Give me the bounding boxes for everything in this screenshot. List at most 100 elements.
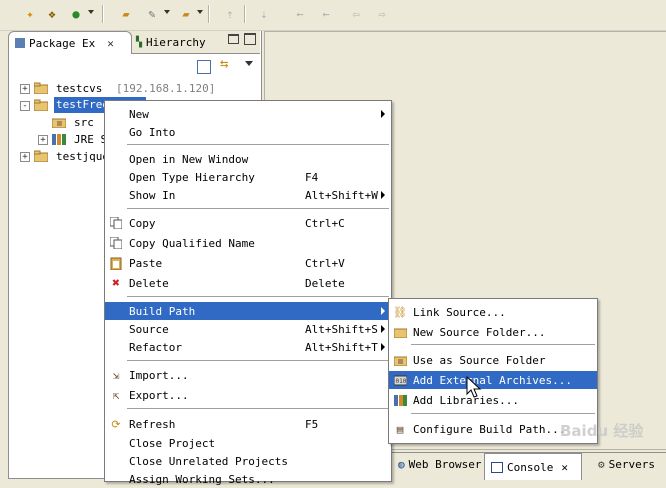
project-folder-icon [33,82,49,95]
refresh-icon: ⟳ [111,417,121,431]
import-icon: ⇲ [112,368,120,382]
console-icon [491,461,503,473]
expand-icon[interactable]: + [38,135,48,145]
package-icon [15,38,25,48]
back-icon: ← [296,7,304,21]
source-folder-icon [51,116,67,129]
collapse-all-icon[interactable] [197,60,211,74]
tab-console[interactable]: Console ✕ [484,453,582,480]
tree-item-label: src [74,116,94,129]
copy-icon [109,216,123,230]
submenu-arrow-icon [381,110,385,118]
menu-item-label: Refactor [129,340,182,354]
expand-icon[interactable]: + [20,84,30,94]
menu-item-add-libraries[interactable]: Add Libraries... [389,391,597,409]
open-project-icon[interactable]: ▰ [178,6,194,22]
menu-item-new[interactable]: New [105,105,391,123]
tree-item-label: testcvs [56,82,103,95]
menu-item-add-external-archives[interactable]: 010 Add External Archives... [389,371,597,389]
tab-label: Web Browser [408,458,482,471]
project-folder-icon [33,99,49,112]
menu-item-label: Refresh [129,417,176,431]
toolbar-separator [208,5,210,23]
menu-item-link-source[interactable]: ⛓ Link Source... [389,303,597,321]
tab-servers[interactable]: ⚙ Servers [598,458,655,471]
tab-label: Hierarchy [146,35,206,49]
toolbar-separator [244,5,246,23]
menu-item-refresh[interactable]: ⟳ Refresh F5 [105,415,391,433]
minimize-icon[interactable] [228,34,239,44]
menu-item-label: Add External Archives... [413,373,572,387]
link-with-editor-icon[interactable]: ⇆ [220,56,228,72]
view-toolbar: ⇆ [9,54,259,78]
back-history-icon: ⇦ [352,7,360,21]
menu-item-build-path[interactable]: Build Path [105,302,391,320]
tab-label: Package Ex [29,36,96,50]
open-project-dropdown-icon[interactable] [197,10,203,14]
maximize-icon[interactable] [244,33,256,45]
menu-item-refactor[interactable]: Refactor Alt+Shift+T [105,338,391,356]
run-dropdown-icon[interactable] [88,10,94,14]
menu-item-label: Link Source... [413,305,506,319]
menu-item-paste[interactable]: Paste Ctrl+V [105,254,391,272]
menu-item-source[interactable]: Source Alt+Shift+S [105,320,391,338]
tab-package-explorer[interactable]: Package Ex ✕ [8,31,132,54]
disabled-nav-icon-2: ⇣ [260,7,268,21]
menu-separator [127,296,389,297]
menu-separator [127,144,389,145]
tree-item-decoration: [192.168.1.120] [116,82,216,95]
toolbar-separator [102,5,104,23]
servers-icon: ⚙ [598,458,605,471]
svg-text:010: 010 [395,378,406,385]
new-wizard-icon[interactable]: ✦ [22,6,38,22]
menu-item-shortcut: Alt+Shift+W [305,188,378,202]
menu-item-open-in-new-window[interactable]: Open in New Window [105,150,391,168]
menu-item-export[interactable]: ⇱ Export... [105,386,391,404]
menu-item-import[interactable]: ⇲ Import... [105,366,391,384]
paste-icon [109,256,123,270]
menu-item-copy[interactable]: Copy Ctrl+C [105,214,391,232]
watermark: Baidu 经验 [560,422,644,440]
expand-icon[interactable]: + [20,152,30,162]
menu-separator [411,413,595,414]
bottom-view-tabbar: ◍ Web Browser Console ✕ ⚙ Servers [392,452,666,480]
close-icon[interactable]: ✕ [561,461,568,474]
menu-item-use-as-source-folder[interactable]: Use as Source Folder [389,351,597,369]
menu-item-close-project[interactable]: Close Project [105,434,391,452]
menu-item-shortcut: Alt+Shift+T [305,340,378,354]
run-icon[interactable]: ● [68,6,84,22]
tab-web-browser[interactable]: ◍ Web Browser [398,458,481,471]
project-folder-icon [33,150,49,163]
view-menu-icon[interactable] [245,61,253,66]
build-tool-icon[interactable]: ✎ [144,6,160,22]
new-source-folder-icon [393,325,407,339]
collapse-icon[interactable]: - [20,101,30,111]
menu-item-label: Source [129,322,169,336]
menu-item-show-in[interactable]: Show In Alt+Shift+W [105,186,391,204]
build-dropdown-icon[interactable] [164,10,170,14]
menu-item-label: Open in New Window [129,152,249,166]
menu-separator [127,208,389,209]
menu-item-label: Export... [129,388,189,402]
new-package-icon[interactable]: ❖ [44,6,60,22]
menu-item-assign-working-sets[interactable]: Assign Working Sets... [105,470,391,488]
globe-icon: ◍ [398,458,405,471]
open-folder-icon[interactable]: ▰ [118,6,134,22]
hierarchy-icon: ▚ [136,36,143,48]
menu-separator [127,360,389,361]
copy-qualified-icon [109,236,123,250]
menu-item-open-type-hierarchy[interactable]: Open Type Hierarchy F4 [105,168,391,186]
menu-separator [127,408,389,409]
submenu-arrow-icon [381,307,385,315]
menu-item-shortcut: Delete [305,276,345,290]
menu-item-shortcut: F5 [305,417,319,431]
menu-item-label: Use as Source Folder [413,353,546,367]
tab-hierarchy[interactable]: ▚ Hierarchy [136,31,226,53]
menu-item-label: New Source Folder... [413,325,546,339]
menu-item-close-unrelated-projects[interactable]: Close Unrelated Projects [105,452,391,470]
menu-item-copy-qualified-name[interactable]: Copy Qualified Name [105,234,391,252]
menu-item-delete[interactable]: ✖ Delete Delete [105,274,391,292]
menu-item-new-source-folder[interactable]: New Source Folder... [389,323,597,341]
close-icon[interactable]: ✕ [107,37,114,50]
menu-item-go-into[interactable]: Go Into [105,123,391,141]
